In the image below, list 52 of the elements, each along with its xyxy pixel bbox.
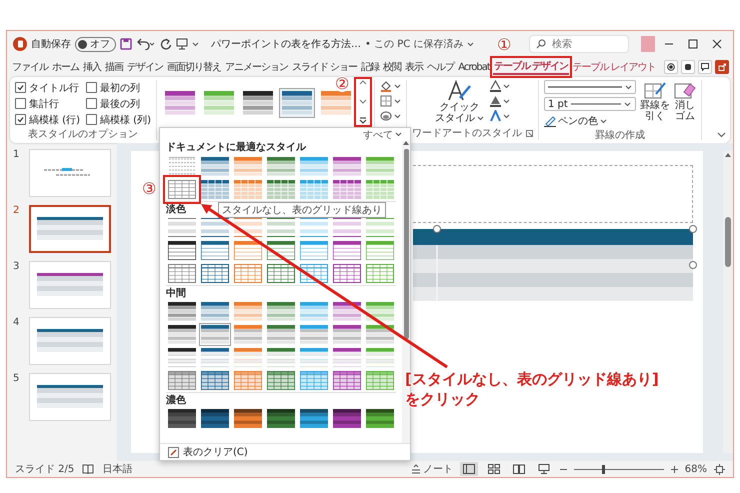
group-label: ワードアートのスタイル xyxy=(412,127,522,140)
show-all-label[interactable]: すべて xyxy=(363,128,393,142)
checkbox-label: 縞模様 (列) xyxy=(100,114,151,126)
checkbox-label: 最初の列 xyxy=(100,82,140,94)
quick-style-button[interactable]: クイック スタイル xyxy=(434,80,484,124)
ribbon-tab[interactable]: 校閲 xyxy=(382,59,402,75)
instruction-text: [スタイルなし、表のグリッド線あり] をクリック xyxy=(405,369,659,409)
checkbox-label: 集計行 xyxy=(29,98,59,110)
ribbon-tab[interactable]: 記録 xyxy=(360,59,380,75)
notes-button[interactable]: ノート xyxy=(410,462,453,476)
eraser-button[interactable]: 消し ゴム xyxy=(674,80,696,128)
draw-table-button[interactable]: 罫線を 引く xyxy=(640,80,670,128)
pen-color-button[interactable]: ペンの色 xyxy=(544,114,607,128)
slide-counter: スライド 2/5 xyxy=(15,463,74,476)
save-status: • この PC に保存済み xyxy=(365,38,464,51)
ribbon-tab[interactable]: 描画 xyxy=(104,59,124,75)
slide-number: 5 xyxy=(13,373,20,386)
checkbox-label: 縞模様 (行) xyxy=(29,114,80,126)
ribbon-tab[interactable]: 挿入 xyxy=(82,59,102,75)
ribbon-tab[interactable]: Acrobat xyxy=(457,59,491,75)
line-weight-dropdown[interactable]: 1 pt xyxy=(544,97,636,111)
slide-number: 4 xyxy=(13,317,20,330)
ribbon-tab[interactable]: デザイン xyxy=(126,59,164,75)
tooltip: スタイルなし、表のグリッド線あり xyxy=(218,202,386,218)
ribbon-tab[interactable]: スライド ショー xyxy=(291,59,358,75)
checkbox-label: 最後の列 xyxy=(100,98,140,110)
ribbon-tab[interactable]: アニメーション xyxy=(224,59,289,75)
ribbon-tab[interactable]: テーブル レイアウト xyxy=(571,59,656,75)
ribbon-tab[interactable]: 画面切り替え xyxy=(166,59,222,75)
slide-number: 1 xyxy=(13,149,20,162)
section-heading: 濃色 xyxy=(166,392,396,407)
slide-number: 2 xyxy=(13,205,20,218)
ribbon-tab[interactable]: ヘルプ xyxy=(426,59,456,75)
checkbox-label: タイトル行 xyxy=(29,82,79,94)
search-field[interactable]: 検索 xyxy=(529,35,629,53)
language[interactable]: 日本語 xyxy=(102,462,132,476)
group-label: 罫線の作成 xyxy=(594,128,645,142)
ribbon-tab[interactable]: ファイル xyxy=(11,59,49,75)
step-number: ② xyxy=(334,76,350,92)
clear-table-button[interactable]: 表のクリア(C) xyxy=(160,443,410,460)
slide-number: 3 xyxy=(13,261,20,274)
group-label: 表スタイルのオプション xyxy=(28,128,138,141)
ribbon-tab[interactable]: テーブル デザイン xyxy=(492,59,570,75)
ribbon-tab[interactable]: ホーム xyxy=(51,59,80,75)
document-title: パワーポイントの表を作る方法… xyxy=(211,38,361,51)
ribbon-tab[interactable]: 表示 xyxy=(404,59,424,75)
autosave-label: 自動保存 xyxy=(31,38,71,51)
section-heading: ドキュメントに最適なスタイル xyxy=(166,141,308,155)
step-number: ① xyxy=(497,37,512,53)
section-heading: 中間 xyxy=(166,285,396,300)
zoom-level[interactable]: 68% xyxy=(684,464,707,474)
autosave-toggle[interactable]: オフ xyxy=(75,36,116,52)
